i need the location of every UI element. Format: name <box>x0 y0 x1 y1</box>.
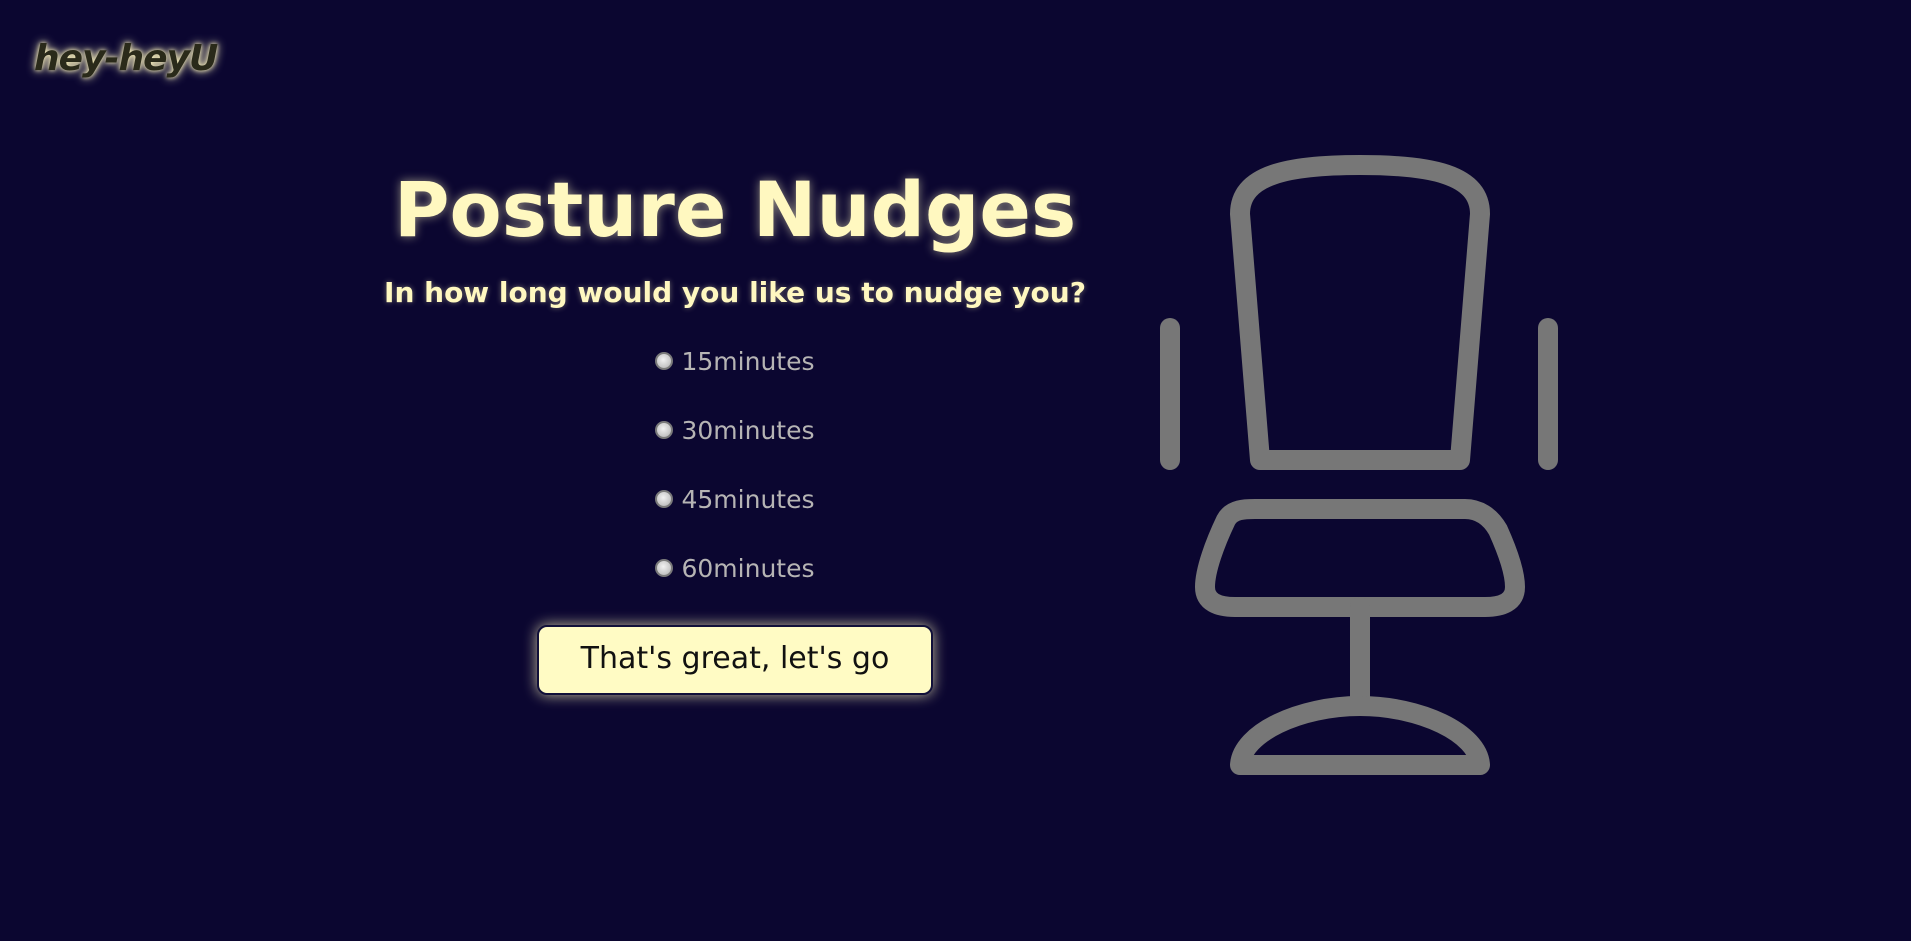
question-text: In how long would you like us to nudge y… <box>384 275 1086 309</box>
interval-options: 15minutes 30minutes 45minutes 60minutes <box>380 327 1090 603</box>
radio-button[interactable] <box>655 559 674 578</box>
option-45-minutes[interactable]: 45minutes <box>380 465 1090 534</box>
submit-button[interactable]: That's great, let's go <box>537 624 933 695</box>
option-label: 30minutes <box>681 415 815 445</box>
page-title: Posture Nudges <box>393 165 1077 254</box>
option-label: 15minutes <box>681 346 815 376</box>
nudge-form: Posture Nudges In how long would you lik… <box>380 170 1090 695</box>
option-label: 45minutes <box>681 484 815 514</box>
radio-button[interactable] <box>655 352 674 371</box>
radio-button[interactable] <box>655 421 674 440</box>
option-label: 60minutes <box>681 553 815 583</box>
radio-button[interactable] <box>655 490 674 509</box>
office-chair-icon <box>1160 155 1558 775</box>
logo[interactable]: hey-heyU <box>34 38 218 79</box>
option-15-minutes[interactable]: 15minutes <box>380 327 1090 396</box>
option-30-minutes[interactable]: 30minutes <box>380 396 1090 465</box>
option-60-minutes[interactable]: 60minutes <box>380 534 1090 603</box>
